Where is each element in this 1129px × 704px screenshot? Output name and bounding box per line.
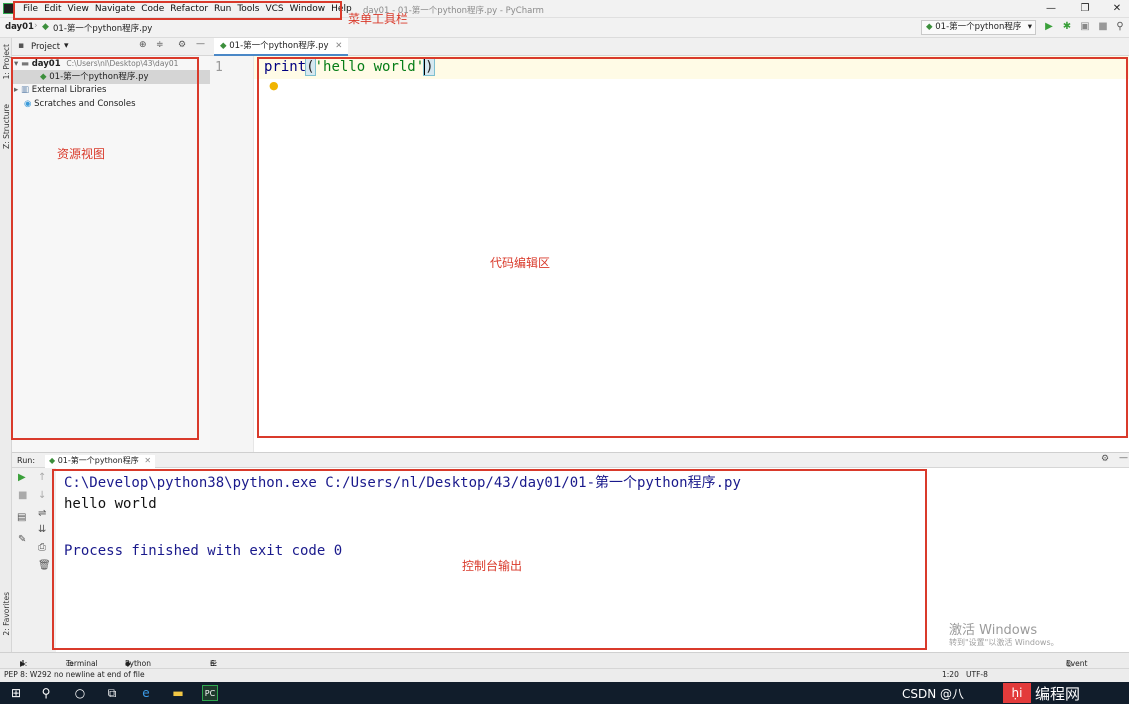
minimize-icon[interactable]: — — [1044, 2, 1058, 16]
gear-icon[interactable]: ⚙ — [1101, 454, 1109, 464]
python-file-icon: ◆ — [220, 41, 230, 51]
cortana-icon[interactable]: ○ — [72, 685, 88, 701]
site-logo-icon: ḥi — [1003, 683, 1031, 703]
collapse-icon[interactable]: ≑ — [156, 40, 164, 50]
structure-tool-tab[interactable]: Z: Structure — [2, 104, 11, 149]
editor-gutter: 1 — [210, 56, 254, 452]
editor-annotation-box — [257, 57, 1128, 438]
status-bar: PEP 8: W292 no newline at end of file 1:… — [0, 668, 1129, 682]
stop-icon[interactable]: ■ — [1097, 21, 1109, 33]
editor-tab-label: 01-第一个python程序.py — [229, 41, 329, 51]
project-view-selector[interactable]: Project — [31, 42, 60, 52]
run-configuration-label: 01-第一个python程序 — [935, 22, 1022, 32]
task-view-icon[interactable]: ⧉ — [104, 685, 120, 701]
soft-wrap-icon[interactable]: ⇌ — [38, 508, 46, 519]
site-logo-text: 编程网 — [1035, 685, 1081, 703]
run-panel-label: Run: — [17, 456, 36, 465]
favorites-tool-tab[interactable]: 2: Favorites — [2, 592, 11, 636]
csdn-watermark: CSDN @八 — [902, 687, 965, 701]
activation-watermark-text: 转到"设置"以激活 Windows。 — [949, 638, 1059, 647]
terminal-tool-tab-label: Terminal — [66, 659, 98, 668]
python-file-icon: ◆ — [42, 22, 49, 32]
file-explorer-icon[interactable]: ▬ — [170, 685, 186, 701]
down-arrow-icon[interactable]: ↓ — [38, 490, 46, 501]
run-tab[interactable]: ◆ 01-第一个python程序 ✕ — [45, 455, 156, 468]
editor-annotation-label: 代码编辑区 — [490, 256, 551, 270]
chevron-down-icon: ▾ — [1027, 22, 1032, 32]
up-arrow-icon[interactable]: ↑ — [38, 472, 46, 483]
search-icon[interactable]: ⚲ — [38, 685, 54, 701]
line-number: 1 — [215, 60, 223, 75]
scroll-to-end-icon[interactable]: ⇊ — [38, 524, 46, 535]
project-panel-header: ▪ Project ▾ ⊕ ≑ ⚙ — — [12, 38, 210, 56]
menu-annotation-label: 菜单工具栏 — [348, 12, 409, 26]
file-encoding[interactable]: UTF-8 — [966, 670, 988, 679]
pycharm-taskbar-icon[interactable]: PC — [202, 685, 218, 701]
resource-annotation-box — [11, 57, 199, 440]
gear-icon[interactable]: ⚙ — [178, 40, 186, 50]
hide-icon[interactable]: — — [196, 39, 205, 49]
editor-tab-bar: ◆ 01-第一个python程序.py ✕ — [210, 38, 1129, 56]
bottom-tool-tabs: ▶ 4: Run ▭ Terminal ◆ Python Console ☰ 6… — [0, 652, 1129, 677]
run-side-toolbar: ▶ ↑ ■ ↓ ⇌ ▤ ⇊ ✎ ⎙ 🗑 — [12, 468, 56, 652]
locate-icon[interactable]: ⊕ — [139, 40, 147, 50]
caret-position[interactable]: 1:20 — [942, 670, 959, 679]
python-config-icon: ◆ — [926, 22, 936, 32]
maximize-icon[interactable]: ❐ — [1078, 2, 1092, 16]
breadcrumb-separator-icon: › — [34, 21, 38, 31]
close-tab-icon[interactable]: ✕ — [144, 456, 151, 465]
print-icon[interactable]: ⎙ — [38, 542, 46, 553]
search-icon[interactable]: ⚲ — [1114, 21, 1126, 33]
debug-icon[interactable]: ✱ — [1061, 21, 1073, 33]
status-message[interactable]: PEP 8: W292 no newline at end of file — [4, 670, 145, 679]
close-tab-icon[interactable]: ✕ — [335, 41, 342, 51]
run-panel-header: Run: ◆ 01-第一个python程序 ✕ ⚙ — — [12, 452, 1129, 468]
chevron-down-icon[interactable]: ▾ — [64, 41, 69, 51]
windows-taskbar: ⊞ ⚲ ○ ⧉ e ▬ PC CSDN @八 ḥi 编程网 — [0, 682, 1129, 704]
windows-start-icon[interactable]: ⊞ — [8, 685, 24, 701]
resource-annotation-label: 资源视图 — [57, 147, 106, 161]
project-tool-tab[interactable]: 1: Project — [2, 44, 11, 79]
close-icon[interactable]: ✕ — [1110, 2, 1124, 16]
stop-icon[interactable]: ■ — [18, 490, 27, 501]
pin-icon[interactable]: ✎ — [18, 534, 26, 545]
breadcrumb-file[interactable]: 01-第一个python程序.py — [53, 22, 152, 34]
folder-icon: ▪ — [18, 41, 25, 51]
breadcrumb-project[interactable]: day01 — [5, 22, 34, 32]
trash-icon[interactable]: 🗑 — [38, 560, 51, 571]
layout-icon[interactable]: ▤ — [17, 512, 26, 523]
hide-icon[interactable]: — — [1119, 453, 1128, 463]
console-annotation-label: 控制台输出 — [462, 559, 523, 573]
run-tab-label: 01-第一个python程序 — [57, 456, 139, 465]
editor-tab[interactable]: ◆ 01-第一个python程序.py ✕ — [214, 38, 349, 56]
run-configuration-select[interactable]: ◆ 01-第一个python程序 ▾ — [921, 20, 1036, 35]
menu-annotation-box — [13, 1, 342, 20]
rerun-icon[interactable]: ▶ — [18, 472, 26, 483]
coverage-icon[interactable]: ▣ — [1079, 21, 1091, 33]
run-icon[interactable]: ▶ — [1043, 21, 1055, 33]
navigation-bar: day01 › ◆ 01-第一个python程序.py ◆ 01-第一个pyth… — [0, 18, 1129, 38]
edge-browser-icon[interactable]: e — [138, 685, 154, 701]
activation-watermark-title: 激活 Windows — [949, 623, 1038, 638]
python-file-icon: ◆ — [49, 456, 58, 465]
